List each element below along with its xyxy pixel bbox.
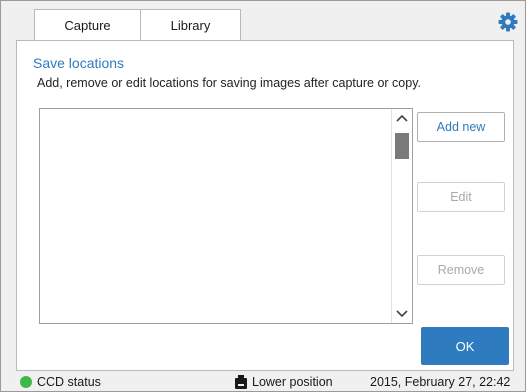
ok-button[interactable]: OK <box>421 327 509 365</box>
panel-title: Save locations <box>33 55 125 71</box>
tab-capture[interactable]: Capture <box>34 9 141 40</box>
gear-icon[interactable] <box>498 12 518 32</box>
scrollbar-thumb[interactable] <box>395 133 409 159</box>
add-new-button[interactable]: Add new <box>417 112 505 142</box>
status-bar: CCD status Lower position 2015, February… <box>0 373 526 392</box>
remove-label: Remove <box>437 263 485 277</box>
list-scrollbar[interactable] <box>391 109 412 323</box>
add-new-label: Add new <box>436 120 486 134</box>
locations-list[interactable] <box>39 108 413 324</box>
save-locations-panel: Save locations Add, remove or edit locat… <box>16 40 514 371</box>
datetime-label: 2015, February 27, 22:42 <box>370 375 511 389</box>
ok-label: OK <box>455 338 475 354</box>
ccd-status-label: CCD status <box>37 375 101 389</box>
position-label: Lower position <box>252 375 333 389</box>
edit-button: Edit <box>417 182 505 212</box>
chevron-down-icon[interactable] <box>392 305 412 323</box>
camera-icon <box>234 375 248 389</box>
tab-library-label: Library <box>170 17 211 33</box>
edit-label: Edit <box>450 190 472 204</box>
panel-description: Add, remove or edit locations for saving… <box>37 76 421 90</box>
tab-library[interactable]: Library <box>140 9 241 40</box>
tab-capture-label: Capture <box>64 17 111 33</box>
chevron-up-icon[interactable] <box>392 109 412 127</box>
remove-button: Remove <box>417 255 505 285</box>
status-dot-icon <box>20 376 32 388</box>
